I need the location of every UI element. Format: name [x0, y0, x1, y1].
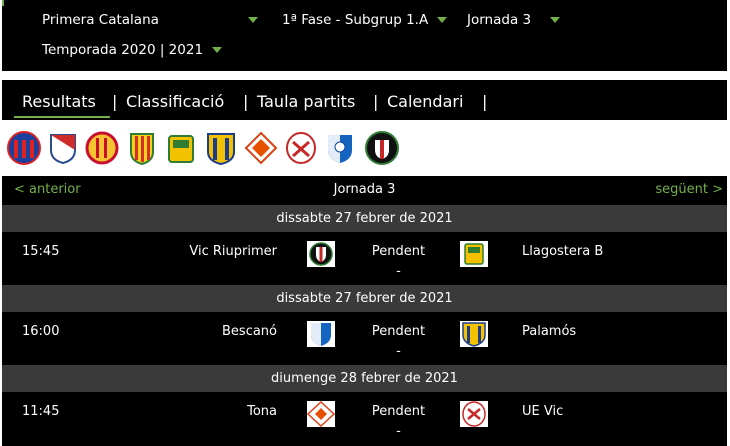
team-crest-yellow-green-icon[interactable]	[163, 130, 199, 166]
active-tab-indicator	[14, 116, 110, 118]
match-time: 15:45	[22, 244, 60, 259]
match-date-header: dissabte 27 febrer de 2021	[2, 205, 727, 232]
team-crest-blue-white-icon[interactable]	[322, 130, 358, 166]
team-crest-yellow-red-stripes-icon[interactable]	[124, 130, 160, 166]
home-team-name[interactable]: Vic Riuprimer	[189, 244, 277, 259]
match-score: -	[396, 424, 401, 439]
round-select[interactable]: Jornada 3	[467, 12, 531, 29]
match-status: Pendent	[371, 244, 426, 259]
match-row[interactable]: 16:00 Bescanó Pendent - Palamós	[2, 312, 727, 365]
team-crest-red-blue-stripes-icon[interactable]	[6, 130, 42, 166]
match-score: -	[396, 264, 401, 279]
tab-separator: |	[112, 92, 118, 111]
away-team-crest-icon[interactable]	[459, 240, 489, 268]
home-team-crest-icon[interactable]	[306, 240, 336, 268]
home-team-name[interactable]: Tona	[247, 404, 277, 419]
team-crest-red-orange-diamond-icon[interactable]	[243, 130, 279, 166]
round-title: Jornada 3	[333, 182, 396, 197]
season-select[interactable]: Temporada 2020 | 2021	[42, 42, 203, 59]
match-status: Pendent	[371, 324, 426, 339]
match-row[interactable]: 11:45 Tona Pendent - UE Vic	[2, 392, 727, 445]
match-row[interactable]: 15:45 Vic Riuprimer Pendent - Llagostera…	[2, 232, 727, 285]
chevron-down-icon[interactable]	[437, 17, 447, 23]
tab-resultats[interactable]: Resultats	[22, 92, 96, 112]
match-score: -	[396, 344, 401, 359]
tab-separator: |	[243, 92, 249, 111]
competition-select[interactable]: Primera Catalana	[42, 12, 159, 29]
tab-classificacio[interactable]: Classificació	[126, 92, 224, 112]
match-date-header: diumenge 28 febrer de 2021	[2, 365, 727, 392]
tab-taula-partits[interactable]: Taula partits	[257, 92, 355, 112]
chevron-down-icon[interactable]	[248, 17, 258, 23]
tab-separator: |	[373, 92, 379, 111]
next-round-link[interactable]: següent >	[655, 181, 723, 198]
home-team-crest-icon[interactable]	[306, 400, 336, 428]
match-time: 16:00	[22, 324, 60, 339]
team-logos-row	[2, 128, 727, 168]
team-crest-white-red-shield-icon[interactable]	[45, 130, 81, 166]
results-panel: < anterior Jornada 3 següent > dissabte …	[2, 176, 727, 446]
away-team-crest-icon[interactable]	[459, 320, 489, 348]
team-crest-red-yellow-round-icon[interactable]	[84, 130, 120, 166]
chevron-down-icon[interactable]	[212, 47, 222, 53]
away-team-crest-icon[interactable]	[459, 400, 489, 428]
match-date-header: dissabte 27 febrer de 2021	[2, 285, 727, 312]
chevron-down-icon[interactable]	[550, 17, 560, 23]
team-crest-black-green-round-icon[interactable]	[364, 130, 400, 166]
match-status: Pendent	[371, 404, 426, 419]
home-team-crest-icon[interactable]	[306, 320, 336, 348]
tab-calendari[interactable]: Calendari	[387, 92, 463, 112]
filters-panel: Primera Catalana 1ª Fase - Subgrup 1.A J…	[2, 0, 727, 71]
tabs-bar: Resultats | Classificació | Taula partit…	[2, 80, 727, 120]
away-team-name[interactable]: Palamós	[522, 324, 576, 339]
phase-select[interactable]: 1ª Fase - Subgrup 1.A	[282, 12, 428, 29]
away-team-name[interactable]: UE Vic	[522, 404, 563, 419]
team-crest-white-red-oval-icon[interactable]	[283, 130, 319, 166]
match-time: 11:45	[22, 404, 60, 419]
home-team-name[interactable]: Bescanó	[222, 324, 277, 339]
away-team-name[interactable]: Llagostera B	[522, 244, 603, 259]
team-crest-yellow-blue-stripes-icon[interactable]	[203, 130, 239, 166]
tab-separator: |	[482, 92, 488, 111]
accent-tick	[2, 0, 4, 6]
